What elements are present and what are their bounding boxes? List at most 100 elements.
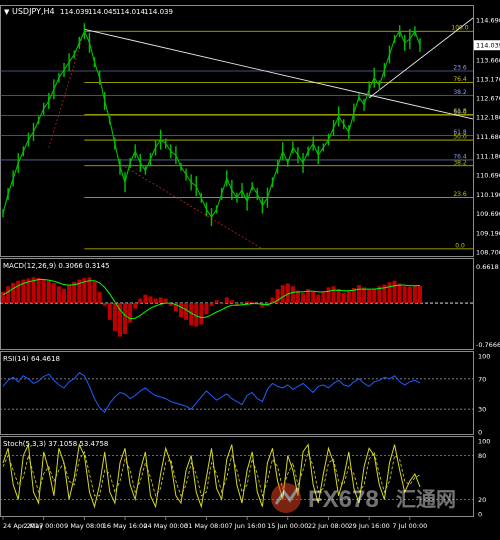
macd-bar xyxy=(311,291,316,304)
symbol-dropdown-icon[interactable]: ▼ xyxy=(4,8,10,16)
time-axis-label: 7 Jul 00:00 xyxy=(392,522,427,530)
macd-bar xyxy=(402,286,407,304)
fib-blue-label: 38.2 xyxy=(453,89,467,96)
macd-bar xyxy=(209,303,214,306)
macd-bar xyxy=(148,296,153,304)
price-axis-tick: 110.690 xyxy=(476,171,500,179)
macd-bar xyxy=(301,292,306,304)
rsi-axis-tick: 30 xyxy=(478,406,486,414)
rsi-axis-tick: 70 xyxy=(478,375,486,383)
time-axis-label: 9 May 08:00 xyxy=(64,522,104,530)
macd-bar xyxy=(362,287,367,304)
current-price-label: 114.039 xyxy=(476,42,500,50)
macd-bar xyxy=(51,282,56,304)
macd-bar xyxy=(163,298,168,304)
stoch-axis-tick: 80 xyxy=(478,452,486,460)
stoch-axis-tick: 20 xyxy=(478,496,486,504)
macd-bar xyxy=(341,292,346,304)
price-axis-tick: 113.660 xyxy=(476,56,500,64)
macd-bar xyxy=(372,288,377,304)
fib-level-label: 76.4 xyxy=(453,76,467,83)
ohlc-low: 114.014 xyxy=(116,8,145,16)
macd-bar xyxy=(392,280,397,304)
rsi-panel-title: RSI(14) 64.4618 xyxy=(3,355,60,363)
macd-bar xyxy=(102,303,107,306)
macd-bar xyxy=(133,303,138,309)
fib-blue-label: 76.4 xyxy=(453,153,467,160)
macd-bar xyxy=(158,297,163,304)
fib-blue-label: 23.6 xyxy=(453,64,467,71)
macd-bar xyxy=(240,303,245,305)
macd-bar xyxy=(412,285,417,304)
macd-bar xyxy=(346,290,351,304)
price-axis-tick: 112.180 xyxy=(476,114,500,122)
macd-bar xyxy=(224,297,229,304)
macd-bar xyxy=(11,282,16,304)
macd-bar xyxy=(407,286,412,304)
macd-bar xyxy=(92,281,97,304)
price-axis-tick: 112.670 xyxy=(476,95,500,103)
macd-bar xyxy=(295,290,300,304)
rsi-axis-tick: 100 xyxy=(478,353,490,361)
macd-axis-tick: 0.6618 xyxy=(476,263,499,271)
time-axis-label: 16 May 16:00 xyxy=(103,522,148,530)
macd-bar xyxy=(219,303,224,305)
trading-chart[interactable]: 100.076.461.850.038.223.60.023.638.250.0… xyxy=(0,0,500,540)
macd-bar xyxy=(184,303,189,320)
time-axis-label: 2 May 00:00 xyxy=(23,522,63,530)
price-panel-title: USDJPY,H4 xyxy=(12,7,55,16)
stoch-panel-title: Stoch(5,3,3) 37.1058 53.4758 xyxy=(3,440,108,448)
time-axis-label: 22 Jun 08:00 xyxy=(308,522,349,530)
macd-bar xyxy=(290,286,295,304)
macd-bar xyxy=(336,289,341,304)
macd-bar xyxy=(250,301,255,304)
fib-blue-label: 61.8 xyxy=(453,129,467,136)
fib-level-label: 0.0 xyxy=(455,242,465,249)
ohlc-high: 114.045 xyxy=(88,8,117,16)
macd-bar xyxy=(367,289,372,304)
price-axis-tick: 109.690 xyxy=(476,210,500,218)
price-axis-tick: 110.190 xyxy=(476,191,500,199)
time-axis-label: 7 Jun 16:00 xyxy=(229,522,266,530)
macd-bar xyxy=(356,285,361,304)
time-axis-label: 31 May 08:00 xyxy=(184,522,229,530)
macd-bar xyxy=(36,277,41,304)
price-axis-tick: 109.190 xyxy=(476,230,500,238)
macd-bar xyxy=(178,303,183,318)
price-axis-tick: 111.680 xyxy=(476,133,500,141)
ohlc-open: 114.039 xyxy=(60,8,89,16)
macd-bar xyxy=(67,285,72,304)
ohlc-close: 114.039 xyxy=(144,8,173,16)
price-axis-tick: 113.170 xyxy=(476,75,500,83)
macd-bar xyxy=(387,282,392,304)
macd-bar xyxy=(214,300,219,304)
macd-bar xyxy=(112,303,117,332)
price-axis-tick: 111.180 xyxy=(476,152,500,160)
macd-bar xyxy=(46,280,51,304)
macd-bar xyxy=(397,283,402,304)
macd-bar xyxy=(128,303,133,323)
time-axis-label: 24 May 00:00 xyxy=(143,522,188,530)
fib-level-label: 23.6 xyxy=(453,191,467,198)
macd-bar xyxy=(326,287,331,304)
macd-axis-tick: -0.7666 xyxy=(476,341,500,349)
macd-bar xyxy=(16,280,21,304)
macd-bar xyxy=(107,303,112,320)
macd-bar xyxy=(62,289,67,304)
time-axis-label: 15 Jun 00:00 xyxy=(267,522,308,530)
rsi-axis-tick: 0 xyxy=(478,429,482,437)
price-axis-tick: 114.690 xyxy=(476,17,500,25)
macd-bar xyxy=(331,286,336,304)
macd-bar xyxy=(41,278,46,304)
price-axis-tick: 108.700 xyxy=(476,249,500,257)
time-axis-label: 29 Jun 16:00 xyxy=(348,522,389,530)
macd-bar xyxy=(321,291,326,304)
macd-bar xyxy=(6,286,11,304)
stoch-axis-tick: 100 xyxy=(478,438,490,446)
macd-bar xyxy=(229,300,234,304)
macd-bar xyxy=(245,301,250,304)
macd-bar xyxy=(97,291,102,304)
macd-bar xyxy=(143,294,148,304)
macd-bar xyxy=(280,285,285,304)
stoch-axis-tick: 0 xyxy=(478,511,482,519)
